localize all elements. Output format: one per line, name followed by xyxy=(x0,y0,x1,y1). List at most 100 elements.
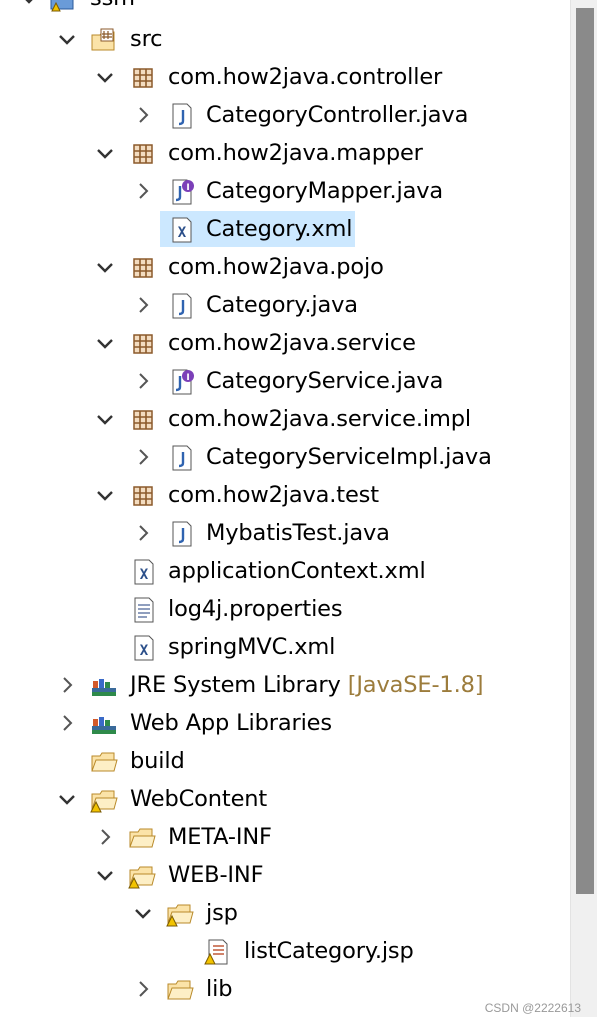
tree-label-package: com.how2java.test xyxy=(168,482,379,508)
chevron-right-icon[interactable] xyxy=(132,180,154,202)
package-icon xyxy=(130,330,158,358)
tree-row-project[interactable]: ssm xyxy=(0,0,570,18)
web-project-icon xyxy=(48,0,76,13)
tree-label-file: applicationContext.xml xyxy=(168,558,426,584)
chevron-right-icon[interactable] xyxy=(56,674,78,696)
chevron-down-icon[interactable] xyxy=(18,0,40,9)
tree-label-file: springMVC.xml xyxy=(168,634,336,660)
library-name: JRE System Library xyxy=(130,672,341,698)
tree-label-folder: jsp xyxy=(206,900,238,926)
chevron-right-icon[interactable] xyxy=(132,446,154,468)
tree-label-library: Web App Libraries xyxy=(130,710,332,736)
chevron-right-icon[interactable] xyxy=(94,826,116,848)
tree-label-package: com.how2java.mapper xyxy=(168,140,423,166)
package-icon xyxy=(130,406,158,434)
folder-warning-icon xyxy=(90,786,118,814)
folder-icon xyxy=(128,824,156,852)
chevron-down-icon[interactable] xyxy=(94,256,116,278)
tree-row-library[interactable]: JRE System Library [JavaSE-1.8] xyxy=(0,667,570,705)
chevron-down-icon[interactable] xyxy=(94,142,116,164)
chevron-down-icon[interactable] xyxy=(132,902,154,924)
tree-row-xml-file[interactable]: X applicationContext.xml xyxy=(0,553,570,591)
tree-row-properties-file[interactable]: log4j.properties xyxy=(0,591,570,629)
jsp-file-warning-icon xyxy=(204,938,232,966)
tree-row-java-file[interactable]: Category.java xyxy=(0,287,570,325)
folder-warning-icon xyxy=(128,862,156,890)
tree-row-package[interactable]: com.how2java.test xyxy=(0,477,570,515)
tree-row-folder[interactable]: META-INF xyxy=(0,819,570,857)
tree-row-xml-file[interactable]: X springMVC.xml xyxy=(0,629,570,667)
svg-text:I: I xyxy=(186,373,189,383)
folder-icon xyxy=(90,748,118,776)
tree-label-folder: lib xyxy=(206,976,233,1002)
svg-text:X: X xyxy=(140,643,149,659)
chevron-down-icon[interactable] xyxy=(56,788,78,810)
watermark: CSDN @2222613 xyxy=(484,1001,581,1015)
tree-row-java-file[interactable]: CategoryServiceImpl.java xyxy=(0,439,570,477)
tree-row-folder[interactable]: build xyxy=(0,743,570,781)
tree-row-folder[interactable]: WebContent xyxy=(0,781,570,819)
chevron-right-icon[interactable] xyxy=(132,978,154,1000)
chevron-down-icon[interactable] xyxy=(94,484,116,506)
folder-warning-icon xyxy=(166,900,194,928)
tree-row-library[interactable]: Web App Libraries xyxy=(0,705,570,743)
tree-row-src[interactable]: src xyxy=(0,21,570,59)
tree-row-jsp-file[interactable]: listCategory.jsp xyxy=(0,933,570,971)
tree-label-folder: WebContent xyxy=(130,786,268,812)
tree-row-package[interactable]: com.how2java.service.impl xyxy=(0,401,570,439)
package-icon xyxy=(130,254,158,282)
java-class-icon xyxy=(168,520,196,548)
chevron-down-icon[interactable] xyxy=(94,408,116,430)
java-interface-icon: I xyxy=(168,178,196,206)
library-icon xyxy=(90,672,118,700)
svg-text:X: X xyxy=(178,225,187,241)
library-decoration: [JavaSE-1.8] xyxy=(347,672,484,698)
tree-row-package[interactable]: com.how2java.mapper xyxy=(0,135,570,173)
chevron-down-icon[interactable] xyxy=(94,332,116,354)
tree-label-package: com.how2java.service xyxy=(168,330,416,356)
package-icon xyxy=(130,482,158,510)
tree-label-folder: META-INF xyxy=(168,824,272,850)
tree-row-java-file[interactable]: I CategoryMapper.java xyxy=(0,173,570,211)
chevron-down-icon[interactable] xyxy=(94,864,116,886)
tree-label-folder: WEB-INF xyxy=(168,862,264,888)
chevron-down-icon[interactable] xyxy=(94,66,116,88)
tree-label-file: MybatisTest.java xyxy=(206,520,390,546)
java-interface-icon: I xyxy=(168,368,196,396)
tree-label-package: com.how2java.controller xyxy=(168,64,443,90)
tree-label-file: CategoryService.java xyxy=(206,368,444,394)
java-class-icon xyxy=(168,444,196,472)
chevron-right-icon[interactable] xyxy=(132,294,154,316)
xml-file-icon: X xyxy=(130,634,158,662)
tree-row-folder[interactable]: WEB-INF xyxy=(0,857,570,895)
chevron-right-icon[interactable] xyxy=(132,370,154,392)
chevron-down-icon[interactable] xyxy=(56,28,78,50)
java-class-icon xyxy=(168,292,196,320)
tree-label-package: com.how2java.service.impl xyxy=(168,406,471,432)
tree-row-package[interactable]: com.how2java.service xyxy=(0,325,570,363)
folder-icon xyxy=(166,976,194,1004)
java-class-icon xyxy=(168,102,196,130)
project-explorer-tree: ssm src com.how2java.controller Category… xyxy=(0,0,570,1017)
tree-row-java-file[interactable]: I CategoryService.java xyxy=(0,363,570,401)
tree-row-package[interactable]: com.how2java.pojo xyxy=(0,249,570,287)
svg-text:I: I xyxy=(186,183,189,193)
chevron-right-icon[interactable] xyxy=(132,522,154,544)
scrollbar-thumb[interactable] xyxy=(576,8,594,894)
chevron-right-icon[interactable] xyxy=(56,712,78,734)
tree-label-library: JRE System Library [JavaSE-1.8] xyxy=(130,670,484,700)
chevron-right-icon[interactable] xyxy=(132,104,154,126)
tree-row-java-file[interactable]: CategoryController.java xyxy=(0,97,570,135)
tree-label-file: CategoryController.java xyxy=(206,102,469,128)
tree-label-project: ssm xyxy=(90,0,135,13)
package-icon xyxy=(130,64,158,92)
tree-label-file: CategoryMapper.java xyxy=(206,178,444,204)
tree-row-xml-file-selected[interactable]: X Category.xml xyxy=(0,211,570,249)
tree-row-java-file[interactable]: MybatisTest.java xyxy=(0,515,570,553)
package-icon xyxy=(130,140,158,168)
tree-row-package[interactable]: com.how2java.controller xyxy=(0,59,570,97)
source-folder-icon xyxy=(90,26,118,54)
library-icon xyxy=(90,710,118,738)
tree-row-folder[interactable]: jsp xyxy=(0,895,570,933)
text-file-icon xyxy=(130,596,158,624)
